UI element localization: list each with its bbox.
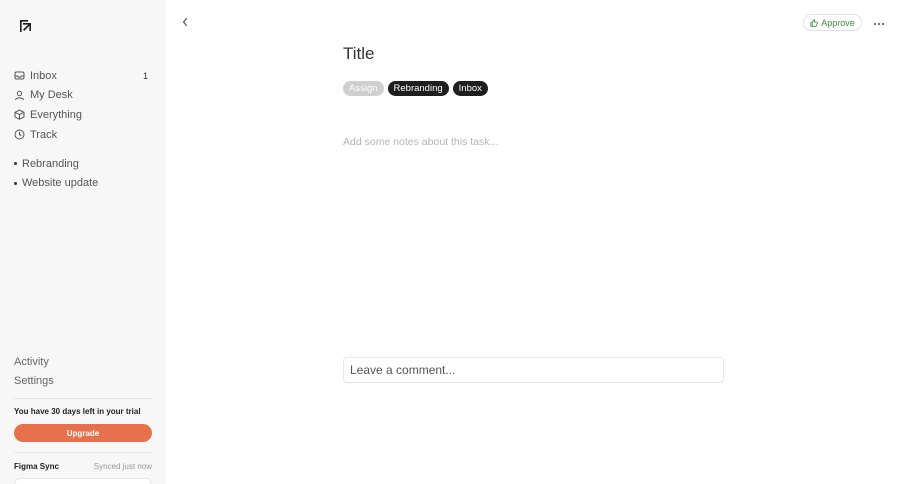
task-tags: Assign Rebranding Inbox [343, 81, 488, 96]
comment-input[interactable] [343, 357, 724, 383]
project-item-website-update[interactable]: Website update [14, 174, 154, 194]
user-icon [14, 90, 25, 101]
main-nav: Inbox 1 My Desk Everything Track [14, 66, 154, 144]
sync-panel[interactable] [14, 478, 152, 484]
upgrade-button[interactable]: Upgrade [14, 424, 152, 442]
project-item-rebranding[interactable]: Rebranding [14, 154, 154, 174]
project-label: Rebranding [22, 157, 79, 170]
trial-notice: You have 30 days left in your trial [14, 407, 141, 416]
divider [14, 398, 152, 399]
bullet-icon [14, 162, 17, 166]
thumbs-up-icon [810, 18, 818, 27]
nav-item-label: Inbox [30, 69, 57, 82]
project-list: Rebranding Website update [14, 154, 154, 193]
nav-item-label: My Desk [30, 89, 73, 102]
task-notes-field[interactable]: Add some notes about this task... [343, 136, 498, 148]
back-button[interactable] [178, 16, 192, 30]
task-title[interactable]: Title [343, 44, 375, 64]
sync-status: Synced just now [93, 462, 152, 471]
project-label: Website update [22, 177, 99, 190]
approve-label: Approve [821, 17, 855, 28]
nav-item-everything[interactable]: Everything [14, 105, 154, 125]
inbox-icon [14, 70, 25, 81]
nav-item-label: Track [30, 128, 58, 141]
nav-item-inbox[interactable]: Inbox 1 [14, 66, 154, 86]
divider [14, 452, 152, 453]
sync-title: Figma Sync [14, 462, 59, 471]
project-tag[interactable]: Rebranding [387, 81, 449, 96]
nav-item-my-desk[interactable]: My Desk [14, 86, 154, 106]
inbox-count-badge: 1 [142, 70, 148, 81]
figma-sync-row: Figma Sync Synced just now [14, 462, 152, 471]
box-icon [14, 109, 25, 121]
assign-tag[interactable]: Assign [343, 81, 384, 96]
chevron-left-icon [181, 14, 189, 32]
more-horizontal-icon [873, 13, 885, 31]
bullet-icon [14, 181, 17, 185]
sidebar-footer-links: Activity Settings [14, 352, 154, 391]
approve-button[interactable]: Approve [803, 14, 862, 31]
activity-link[interactable]: Activity [14, 352, 154, 372]
settings-link[interactable]: Settings [14, 372, 154, 392]
clock-icon [14, 129, 25, 140]
sidebar: Inbox 1 My Desk Everything Track Rebrand… [0, 0, 166, 484]
nav-item-track[interactable]: Track [14, 125, 154, 145]
app-logo-icon[interactable] [19, 19, 33, 33]
status-tag[interactable]: Inbox [452, 81, 488, 96]
more-options-button[interactable] [871, 15, 887, 29]
nav-item-label: Everything [30, 108, 82, 121]
